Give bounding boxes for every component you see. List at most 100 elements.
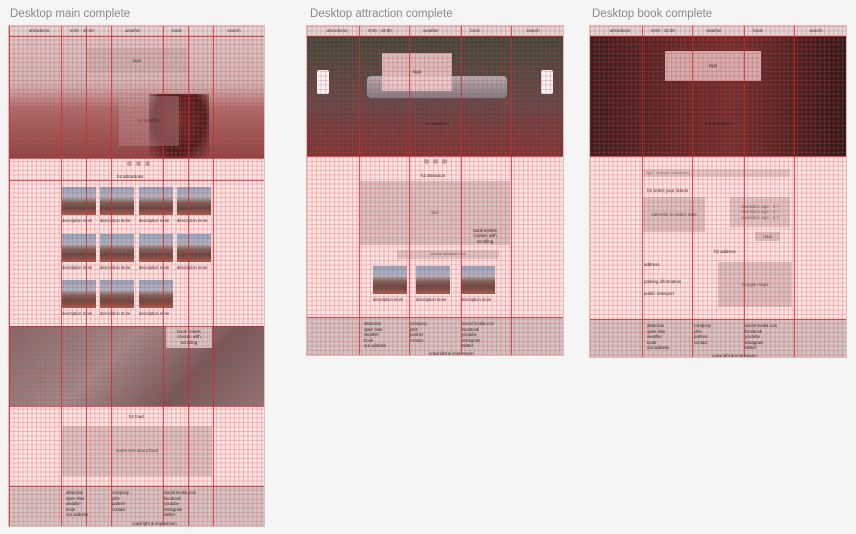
grid-line [9,26,10,526]
nav-search[interactable]: search [227,28,240,33]
h2-food: h2 food [129,414,144,419]
headline-box: h1 headline [119,96,179,146]
banner-bar: logo - welcome, attractions! [643,169,790,177]
frame-title-main[interactable]: Desktop main complete [10,8,130,20]
footer-col-social[interactable]: social media icon facebook youtube insta… [745,323,777,351]
nav-attractions[interactable]: attractions [610,28,630,33]
attraction-thumb[interactable] [177,234,211,262]
attraction-thumb[interactable] [416,266,450,294]
h2-attractions: h2 attractions [117,174,144,179]
footer-col-social[interactable]: social media icon facebook youtube insta… [164,490,196,518]
nav-attractions[interactable]: attractions [327,28,347,33]
nav-bar: attractions 8:00 - 18:00 weather book se… [590,26,846,36]
grid-line [9,180,264,181]
thumb-label[interactable]: description more [62,311,92,316]
thumb-label[interactable]: description more [139,218,169,223]
footer-col-social[interactable]: social media icon facebook youtube insta… [462,321,494,349]
grid-line [9,158,264,159]
frame-book[interactable]: attractions 8:00 - 18:00 weather book se… [589,25,847,358]
thumb-label[interactable]: description more [177,218,207,223]
nav-search[interactable]: search [526,28,539,33]
thumb-label[interactable]: description more [100,218,130,223]
grid-line [692,26,693,357]
copyright: copyright & impressum [429,351,474,356]
calendar-box[interactable]: calendar to select date [643,197,705,232]
nav-search[interactable]: search [809,28,822,33]
text-label: text [431,210,439,216]
thumb-label[interactable]: description more [177,265,207,270]
nav-book[interactable]: book [753,28,763,33]
carousel-dot-1[interactable] [424,159,429,164]
nav-weather[interactable]: weather [706,28,722,33]
footer-col-nav[interactable]: attraction open time weather book our ad… [66,490,88,518]
nav-book[interactable]: book [470,28,480,33]
thumb-label[interactable]: description more [62,218,92,223]
carousel-dot-3[interactable] [145,161,150,166]
more-bar[interactable]: favorite attraction here [397,250,499,259]
parking-label: parking information [644,279,682,284]
headline-box: h1 headline [688,118,748,130]
checkbox-age-3[interactable]: checkbox age - 1 + [741,215,779,220]
attraction-thumb[interactable] [62,187,96,215]
footer-col-company[interactable]: company jobs partner contact [112,490,129,512]
nav-hours: 8:00 - 18:00 [70,28,94,33]
thumb-label[interactable]: description more [139,265,169,270]
attraction-thumb[interactable] [62,234,96,262]
footer: attraction open time weather book our ad… [9,486,264,526]
attraction-thumb[interactable] [177,187,211,215]
checkbox-group: checkbox age - 1 + checkbox age - 1 + ch… [730,197,790,227]
drone-arm-right [541,70,553,94]
attraction-thumb[interactable] [139,187,173,215]
nav-attractions[interactable]: attractions [29,28,49,33]
attraction-thumb[interactable] [139,280,173,308]
attraction-thumb[interactable] [139,234,173,262]
grid-line [642,26,643,357]
book-tickets-box[interactable]: book tickets cruises with scrolling [462,226,508,246]
thumb-label[interactable]: description more [416,297,446,302]
h2-select-tickets: h2 select your tickets [647,188,688,193]
footer-col-nav[interactable]: attraction open time weather book our ad… [647,323,669,351]
attraction-thumb[interactable] [100,280,134,308]
carousel-dot-2[interactable] [136,161,141,166]
attraction-thumb[interactable] [373,266,407,294]
nav-weather[interactable]: weather [125,28,141,33]
headline-label: h1 headline [137,118,161,124]
footer-col-nav[interactable]: attraction open time weather book our ad… [364,321,386,349]
frame-main[interactable]: attractions 8:00 - 18:00 weather book se… [8,25,265,527]
logo-box[interactable]: logo [382,53,452,91]
nav-weather[interactable]: weather [423,28,439,33]
book-tickets-box[interactable]: book tickets cruises with scrolling [166,326,212,348]
next-button[interactable]: next [755,232,780,241]
logo-box[interactable]: logo [87,48,187,73]
carousel-dot-3[interactable] [442,159,447,164]
thumb-label[interactable]: description more [139,311,169,316]
thumb-label[interactable]: description more [100,265,130,270]
attraction-thumb[interactable] [100,187,134,215]
footer-col-company[interactable]: company jobs partner contact [410,321,427,343]
frame-attraction[interactable]: attractions 8:00 - 18:00 weather book se… [306,25,564,356]
grid-line [9,36,264,37]
frame-title-attraction[interactable]: Desktop attraction complete [310,8,453,20]
headline-box: h1 headline [407,118,467,130]
grid-line [9,326,264,327]
next-label: next [763,233,772,239]
thumb-label[interactable]: description more [100,311,130,316]
grid-line [188,26,189,526]
nav-hours: 8:00 - 18:00 [368,28,392,33]
attraction-thumb[interactable] [461,266,495,294]
carousel-dot-2[interactable] [433,159,438,164]
carousel-dot-1[interactable] [127,161,132,166]
attraction-thumb[interactable] [100,234,134,262]
thumb-label[interactable]: description more [62,265,92,270]
google-maps-box[interactable]: Google maps [718,262,792,307]
nav-bar: attractions 8:00 - 18:00 weather book se… [307,26,563,36]
book-section-image [9,326,264,406]
nav-book[interactable]: book [172,28,182,33]
attraction-thumb[interactable] [62,280,96,308]
frame-title-book[interactable]: Desktop book complete [592,8,712,20]
grid-line [307,36,563,37]
footer-col-company[interactable]: company jobs partner contact [694,323,711,345]
thumb-label[interactable]: description more [461,297,491,302]
logo-box[interactable]: logo [665,51,761,81]
thumb-label[interactable]: description more [373,297,403,302]
